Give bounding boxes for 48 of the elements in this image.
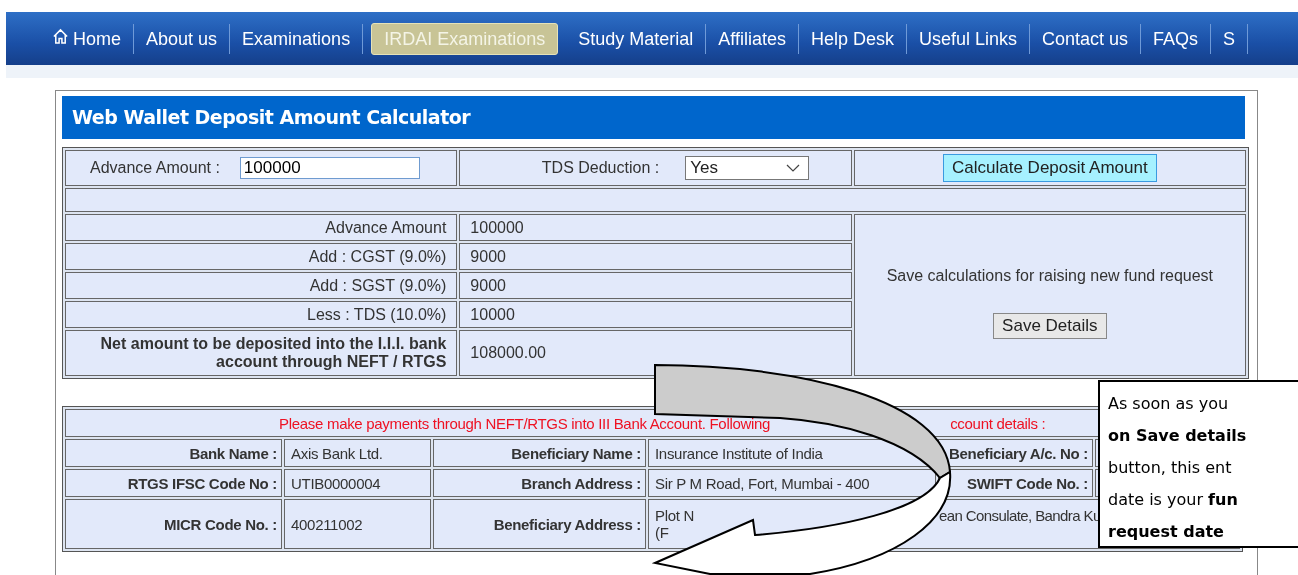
row-value: 9000 [459, 272, 852, 299]
field-value: UTIB0000004 [291, 474, 381, 492]
panel-title: Web Wallet Deposit Amount Calculator [62, 96, 1245, 139]
field-label: Beneficiary Address : [493, 515, 641, 533]
save-button[interactable]: Save Details [993, 313, 1107, 339]
field-label: SWIFT Code No. : [967, 474, 1088, 492]
advance-amount-input[interactable]: 100000 [239, 157, 420, 179]
field-label: MICR Code No. : [164, 515, 277, 533]
row-value: 100000 [459, 214, 852, 241]
field-value: Axis Bank Ltd. [291, 444, 383, 462]
field-value: Insurance Institute of India [655, 444, 823, 462]
nav-link[interactable]: Study Material [566, 23, 707, 54]
field-label: RTGS IFSC Code No : [127, 474, 277, 492]
field-label: Branch Address : [521, 474, 641, 492]
row-label: Add : SGST (9.0%) [65, 272, 458, 299]
row-value: 10000 [459, 301, 852, 328]
nav-link[interactable]: Home [40, 23, 134, 54]
field-label: TDS Deduction : [541, 159, 660, 177]
field-label: Bank Name : [189, 444, 277, 462]
nav-link[interactable]: Affiliates [706, 23, 799, 54]
row-label: Net amount to be deposited into the I.I.I. bank account through NEFT / RTGS [65, 330, 458, 376]
row-label: Less : TDS (10.0%) [65, 301, 458, 328]
callout-note: As soon as you on Save details button, this ent date is your fun request date [1098, 380, 1298, 548]
field-value: 400211002 [291, 515, 363, 533]
payment-notice: ccount details : [950, 414, 1046, 432]
nav-link[interactable]: FAQs [1141, 23, 1212, 54]
field-label: Beneficiary A/c. No : [948, 444, 1088, 462]
address-text: Plot N [655, 507, 695, 524]
field-label: Advance Amount : [90, 159, 220, 177]
nav-link[interactable]: S [1211, 23, 1249, 54]
nav-link[interactable]: Contact us [1030, 23, 1142, 54]
save-note: Save calculations for raising new fund request [885, 267, 1215, 285]
row-label: Add : CGST (9.0%) [65, 243, 458, 270]
home-icon [52, 28, 69, 45]
field-label: Beneficiary Name : [511, 444, 641, 462]
nav-link[interactable]: Examinations [230, 23, 364, 54]
calculate-button[interactable]: Calculate Deposit Amount [943, 154, 1157, 182]
nav-link[interactable]: Useful Links [907, 23, 1031, 54]
tds-dropdown[interactable]: Yes [685, 156, 810, 180]
nav-link[interactable]: About us [134, 23, 231, 54]
row-label: Advance Amount [65, 214, 458, 241]
nav-link[interactable]: Help Desk [798, 23, 907, 54]
caret-icon [786, 164, 801, 172]
field-value: Sir P M Road, Fort, Mumbai - 400 [655, 474, 870, 492]
payment-notice: Please make payments through NEFT/RTGS into III Bank Account. Following [279, 414, 771, 432]
row-value: 9000 [459, 243, 852, 270]
row-value: 108000.00 [459, 330, 852, 376]
address-text: (F [655, 524, 669, 541]
